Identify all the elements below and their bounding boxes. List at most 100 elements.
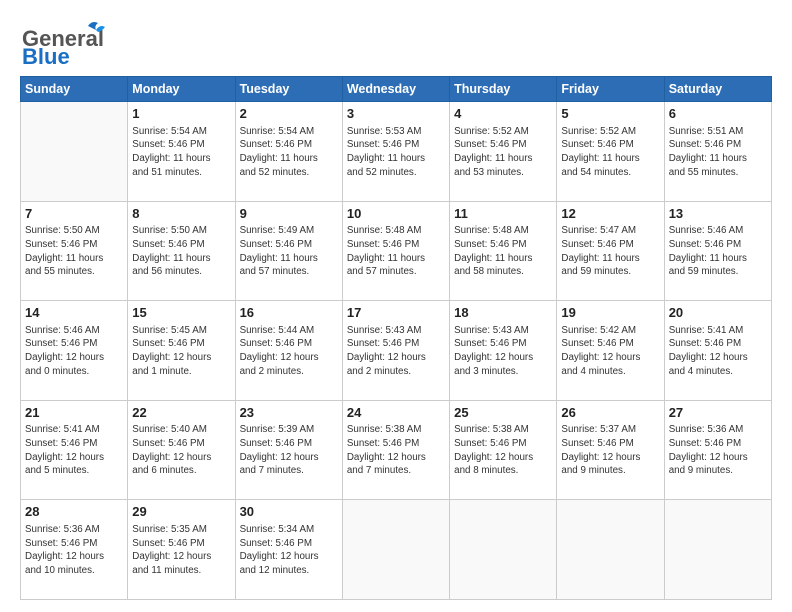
logo-icon: General Blue: [20, 18, 105, 66]
day-number: 22: [132, 404, 230, 422]
calendar-cell: 27Sunrise: 5:36 AM Sunset: 5:46 PM Dayli…: [664, 400, 771, 500]
calendar-cell: 30 Sunrise: 5:34 AM Sunset: 5:46 PM Dayli…: [235, 500, 342, 600]
day-number: 2: [240, 105, 338, 123]
calendar-week-1: 1 Sunrise: 5:54 AM Sunset: 5:46 PM Daylig…: [21, 102, 772, 202]
day-number: 26: [561, 404, 659, 422]
day-info: Sunrise: 5:48 AM Sunset: 5:46 PM Dayligh…: [454, 224, 552, 279]
page: General Blue SundayMondayTuesdayWednesda…: [0, 0, 792, 612]
day-number: 24: [347, 404, 445, 422]
weekday-header-thursday: Thursday: [450, 77, 557, 102]
day-number: 28: [25, 503, 123, 521]
day-info: Sunrise: 5:46 AM Sunset: 5:46 PM Dayligh…: [25, 324, 123, 379]
weekday-header-tuesday: Tuesday: [235, 77, 342, 102]
day-number: 7: [25, 205, 123, 223]
calendar-cell: 16 Sunrise: 5:44 AM Sunset: 5:46 PM Dayli…: [235, 301, 342, 401]
calendar-cell: 21Sunrise: 5:41 AM Sunset: 5:46 PM Dayli…: [21, 400, 128, 500]
calendar-header: SundayMondayTuesdayWednesdayThursdayFrid…: [21, 77, 772, 102]
day-info: Sunrise: 5:54 AM Sunset: 5:46 PM Dayligh…: [132, 125, 230, 180]
calendar-cell: 29 Sunrise: 5:35 AM Sunset: 5:46 PM Dayli…: [128, 500, 235, 600]
calendar-cell: 24Sunrise: 5:38 AM Sunset: 5:46 PM Dayli…: [342, 400, 449, 500]
day-info: Sunrise: 5:47 AM Sunset: 5:46 PM Dayligh…: [561, 224, 659, 279]
day-info: Sunrise: 5:54 AM Sunset: 5:46 PM Dayligh…: [240, 125, 338, 180]
weekday-header-friday: Friday: [557, 77, 664, 102]
calendar-week-4: 21Sunrise: 5:41 AM Sunset: 5:46 PM Dayli…: [21, 400, 772, 500]
day-number: 23: [240, 404, 338, 422]
day-info: Sunrise: 5:49 AM Sunset: 5:46 PM Dayligh…: [240, 224, 338, 279]
logo: General Blue: [20, 18, 105, 66]
calendar-cell: 7Sunrise: 5:50 AM Sunset: 5:46 PM Daylig…: [21, 201, 128, 301]
calendar-body: 1 Sunrise: 5:54 AM Sunset: 5:46 PM Daylig…: [21, 102, 772, 600]
day-number: 9: [240, 205, 338, 223]
calendar-cell: 25Sunrise: 5:38 AM Sunset: 5:46 PM Dayli…: [450, 400, 557, 500]
calendar-cell: 10Sunrise: 5:48 AM Sunset: 5:46 PM Dayli…: [342, 201, 449, 301]
calendar-cell: 14 Sunrise: 5:46 AM Sunset: 5:46 PM Dayli…: [21, 301, 128, 401]
day-number: 18: [454, 304, 552, 322]
calendar-week-5: 28 Sunrise: 5:36 AM Sunset: 5:46 PM Dayli…: [21, 500, 772, 600]
day-info: Sunrise: 5:51 AM Sunset: 5:46 PM Dayligh…: [669, 125, 767, 180]
day-info: Sunrise: 5:53 AM Sunset: 5:46 PM Dayligh…: [347, 125, 445, 180]
calendar-cell: 11Sunrise: 5:48 AM Sunset: 5:46 PM Dayli…: [450, 201, 557, 301]
day-info: Sunrise: 5:43 AM Sunset: 5:46 PM Dayligh…: [347, 324, 445, 379]
weekday-header-sunday: Sunday: [21, 77, 128, 102]
weekday-header-monday: Monday: [128, 77, 235, 102]
day-number: 8: [132, 205, 230, 223]
day-info: Sunrise: 5:42 AM Sunset: 5:46 PM Dayligh…: [561, 324, 659, 379]
day-info: Sunrise: 5:34 AM Sunset: 5:46 PM Dayligh…: [240, 523, 338, 578]
calendar-table: SundayMondayTuesdayWednesdayThursdayFrid…: [20, 76, 772, 600]
calendar-week-2: 7 Sunrise: 5:50 AM Sunset: 5:46 PM Daylig…: [21, 201, 772, 301]
day-info: Sunrise: 5:36 AM Sunset: 5:46 PM Dayligh…: [669, 423, 767, 478]
day-info: Sunrise: 5:41 AM Sunset: 5:46 PM Dayligh…: [669, 324, 767, 379]
calendar-cell: 13Sunrise: 5:46 AM Sunset: 5:46 PM Dayli…: [664, 201, 771, 301]
calendar-cell: 2 Sunrise: 5:54 AM Sunset: 5:46 PM Daylig…: [235, 102, 342, 202]
day-number: 6: [669, 105, 767, 123]
day-info: Sunrise: 5:45 AM Sunset: 5:46 PM Dayligh…: [132, 324, 230, 379]
day-number: 4: [454, 105, 552, 123]
day-number: 16: [240, 304, 338, 322]
day-number: 19: [561, 304, 659, 322]
day-info: Sunrise: 5:41 AM Sunset: 5:46 PM Dayligh…: [25, 423, 123, 478]
calendar-cell: 6 Sunrise: 5:51 AM Sunset: 5:46 PM Daylig…: [664, 102, 771, 202]
calendar-cell: [21, 102, 128, 202]
day-number: 21: [25, 404, 123, 422]
day-info: Sunrise: 5:46 AM Sunset: 5:46 PM Dayligh…: [669, 224, 767, 279]
calendar-cell: 3Sunrise: 5:53 AM Sunset: 5:46 PM Daylig…: [342, 102, 449, 202]
day-number: 25: [454, 404, 552, 422]
calendar-cell: 22Sunrise: 5:40 AM Sunset: 5:46 PM Dayli…: [128, 400, 235, 500]
calendar-cell: 23Sunrise: 5:39 AM Sunset: 5:46 PM Dayli…: [235, 400, 342, 500]
day-info: Sunrise: 5:43 AM Sunset: 5:46 PM Dayligh…: [454, 324, 552, 379]
day-info: Sunrise: 5:35 AM Sunset: 5:46 PM Dayligh…: [132, 523, 230, 578]
day-info: Sunrise: 5:52 AM Sunset: 5:46 PM Dayligh…: [561, 125, 659, 180]
day-number: 14: [25, 304, 123, 322]
day-info: Sunrise: 5:38 AM Sunset: 5:46 PM Dayligh…: [454, 423, 552, 478]
day-number: 27: [669, 404, 767, 422]
weekday-header-saturday: Saturday: [664, 77, 771, 102]
calendar-cell: 17Sunrise: 5:43 AM Sunset: 5:46 PM Dayli…: [342, 301, 449, 401]
calendar-cell: [450, 500, 557, 600]
day-number: 29: [132, 503, 230, 521]
calendar-cell: 18 Sunrise: 5:43 AM Sunset: 5:46 PM Dayli…: [450, 301, 557, 401]
calendar-cell: 28 Sunrise: 5:36 AM Sunset: 5:46 PM Dayli…: [21, 500, 128, 600]
calendar-cell: [664, 500, 771, 600]
day-info: Sunrise: 5:40 AM Sunset: 5:46 PM Dayligh…: [132, 423, 230, 478]
day-number: 15: [132, 304, 230, 322]
day-number: 11: [454, 205, 552, 223]
day-number: 12: [561, 205, 659, 223]
calendar-cell: 9Sunrise: 5:49 AM Sunset: 5:46 PM Daylig…: [235, 201, 342, 301]
day-number: 5: [561, 105, 659, 123]
calendar-cell: 19 Sunrise: 5:42 AM Sunset: 5:46 PM Dayli…: [557, 301, 664, 401]
weekday-row: SundayMondayTuesdayWednesdayThursdayFrid…: [21, 77, 772, 102]
day-number: 20: [669, 304, 767, 322]
calendar-cell: 4Sunrise: 5:52 AM Sunset: 5:46 PM Daylig…: [450, 102, 557, 202]
calendar-cell: 15 Sunrise: 5:45 AM Sunset: 5:46 PM Dayli…: [128, 301, 235, 401]
calendar-cell: 20 Sunrise: 5:41 AM Sunset: 5:46 PM Dayli…: [664, 301, 771, 401]
day-number: 30: [240, 503, 338, 521]
calendar-cell: 5 Sunrise: 5:52 AM Sunset: 5:46 PM Daylig…: [557, 102, 664, 202]
day-info: Sunrise: 5:36 AM Sunset: 5:46 PM Dayligh…: [25, 523, 123, 578]
calendar-week-3: 14 Sunrise: 5:46 AM Sunset: 5:46 PM Dayli…: [21, 301, 772, 401]
day-number: 10: [347, 205, 445, 223]
day-info: Sunrise: 5:38 AM Sunset: 5:46 PM Dayligh…: [347, 423, 445, 478]
day-number: 1: [132, 105, 230, 123]
day-info: Sunrise: 5:44 AM Sunset: 5:46 PM Dayligh…: [240, 324, 338, 379]
day-info: Sunrise: 5:50 AM Sunset: 5:46 PM Dayligh…: [132, 224, 230, 279]
calendar-cell: 1 Sunrise: 5:54 AM Sunset: 5:46 PM Daylig…: [128, 102, 235, 202]
